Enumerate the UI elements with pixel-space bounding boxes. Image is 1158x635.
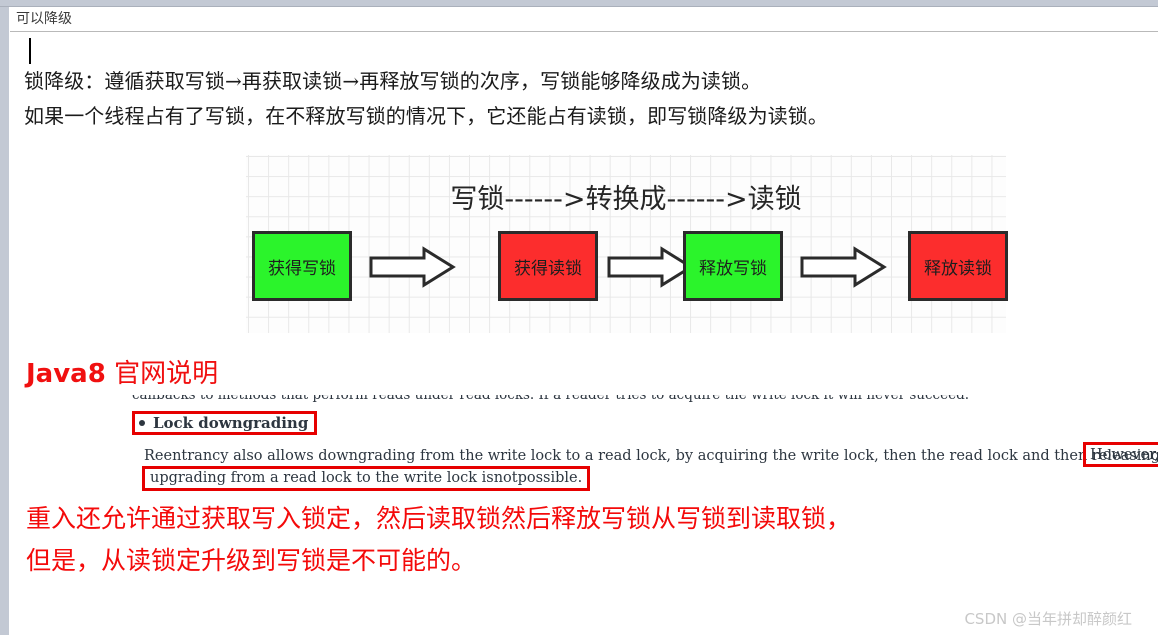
- javadoc-line2-post: possible.: [517, 470, 583, 486]
- java8-heading-latin: Java8: [26, 359, 106, 389]
- javadoc-line2-pre: upgrading from a read lock to the write …: [150, 470, 494, 486]
- diagram-node-label: 获得写锁: [268, 258, 336, 279]
- diagram-node-label: 获得读锁: [514, 258, 582, 279]
- window-body: 可以降级 锁降级：遵循获取写锁→再获取读锁→再释放写锁的次序，写锁能够降级成为读…: [0, 7, 1158, 635]
- translation-line-2: 但是，从读锁定升级到写锁是不可能的。: [26, 546, 477, 575]
- javadoc-lock-downgrading-highlight: Lock downgrading: [132, 411, 318, 435]
- bullet-dot-icon: [139, 419, 145, 426]
- javadoc-line2-bold: not: [493, 470, 518, 486]
- java8-heading-cjk: 官网说明: [105, 359, 219, 389]
- lock-downgrade-diagram: 写锁------>转换成------>读锁 获得写锁 获得读锁 释放写锁 释放读…: [246, 155, 1008, 333]
- diagram-node-label: 释放读锁: [924, 258, 992, 279]
- note-title-bar[interactable]: 可以降级: [10, 7, 1158, 32]
- diagram-node-release-read-lock: 释放读锁: [908, 231, 1008, 301]
- javadoc-clipped-text: callbacks to methods that perform reads …: [132, 395, 970, 403]
- javadoc-however-label: However,: [1090, 446, 1158, 463]
- diagram-node-acquire-read-lock: 获得读锁: [498, 231, 598, 301]
- diagram-node-release-write-lock: 释放写锁: [683, 231, 783, 301]
- window-top-strip: [0, 0, 1158, 7]
- csdn-watermark: CSDN @当年拼却醉颜红: [964, 610, 1132, 628]
- paragraph-1: 锁降级：遵循获取写锁→再获取读锁→再释放写锁的次序，写锁能够降级成为读锁。: [24, 69, 762, 93]
- text-caret: [29, 38, 31, 64]
- app-window: 可以降级 锁降级：遵循获取写锁→再获取读锁→再释放写锁的次序，写锁能够降级成为读…: [0, 0, 1158, 635]
- javadoc-clipped-line: callbacks to methods that perform reads …: [132, 395, 1158, 404]
- diagram-arrow-icon-3: [800, 246, 887, 288]
- paragraph-2: 如果一个线程占有了写锁，在不释放写锁的情况下，它还能占有读锁，即写锁降级为读锁。: [24, 104, 828, 128]
- diagram-arrow-icon-2: [607, 246, 694, 288]
- left-rail: [0, 7, 10, 635]
- caret-line: [24, 32, 1158, 68]
- content-column: 可以降级 锁降级：遵循获取写锁→再获取读锁→再释放写锁的次序，写锁能够降级成为读…: [10, 7, 1158, 635]
- javadoc-bullet-label: Lock downgrading: [153, 413, 309, 432]
- javadoc-upgrade-highlight: upgrading from a read lock to the write …: [142, 466, 591, 491]
- diagram-node-label: 释放写锁: [699, 258, 767, 279]
- diagram-node-acquire-write-lock: 获得写锁: [252, 231, 352, 301]
- diagram-arrow-icon-1: [369, 246, 456, 288]
- document-body[interactable]: 锁降级：遵循获取写锁→再获取读锁→再释放写锁的次序，写锁能够降级成为读锁。 如果…: [10, 32, 1158, 635]
- javadoc-however-highlight: However,: [1083, 442, 1158, 467]
- javadoc-excerpt: callbacks to methods that perform reads …: [24, 395, 1158, 495]
- diagram-title: 写锁------>转换成------>读锁: [450, 184, 802, 215]
- note-title: 可以降级: [16, 11, 72, 27]
- translation-line-1: 重入还允许通过获取写入锁定，然后读取锁然后释放写锁从写锁到读取锁，: [26, 504, 852, 533]
- javadoc-paragraph-line1: Reentrancy also allows downgrading from …: [144, 448, 1158, 464]
- java8-section-heading: Java8 官网说明: [26, 353, 1158, 390]
